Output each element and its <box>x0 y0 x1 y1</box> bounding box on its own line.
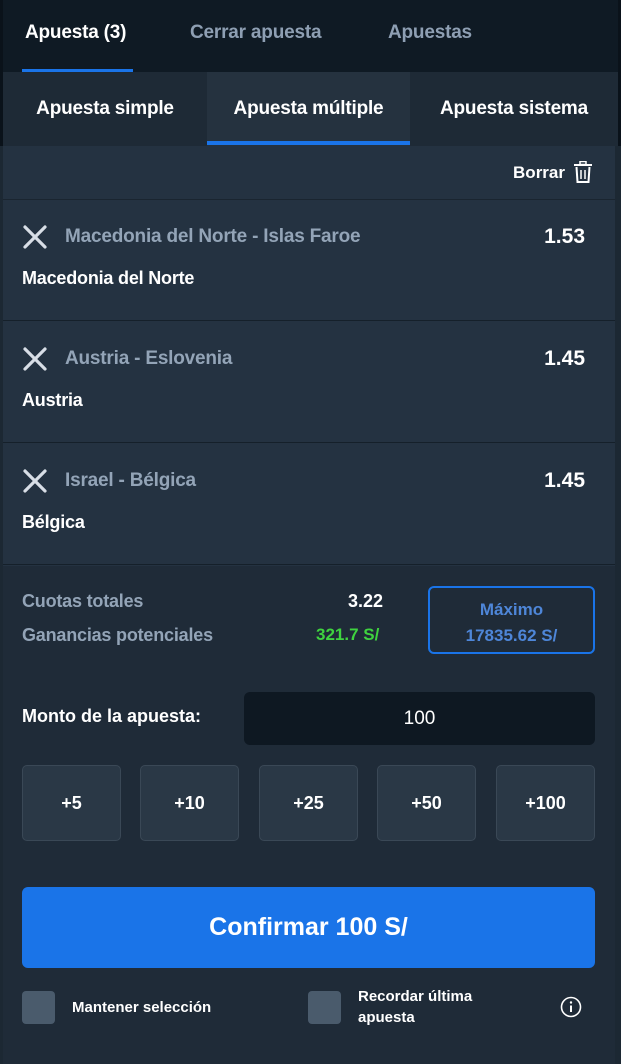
quick-amount-button[interactable]: +5 <box>22 765 121 841</box>
bet-type-tab-bar: Apuesta simple Apuesta múltiple Apuesta … <box>0 72 621 146</box>
tab-my-bets[interactable]: Apuestas <box>388 22 472 44</box>
potential-winnings-value: 321.7 S/ <box>316 625 380 644</box>
quick-amount-button[interactable]: +10 <box>140 765 239 841</box>
tab-multiple-bet[interactable]: Apuesta múltiple <box>207 72 410 146</box>
close-icon[interactable] <box>22 346 48 372</box>
quick-amount-button[interactable]: +25 <box>259 765 358 841</box>
stake-input[interactable] <box>244 692 595 745</box>
tab-system-bet[interactable]: Apuesta sistema <box>410 72 618 146</box>
close-icon[interactable] <box>22 224 48 250</box>
selection-item: Austria - Eslovenia 1.45 Austria <box>3 322 615 443</box>
keep-selection-checkbox[interactable] <box>22 991 55 1024</box>
potential-winnings-label: Ganancias potenciales <box>22 625 213 645</box>
event-name: Israel - Bélgica <box>65 470 196 491</box>
selection-odds: 1.45 <box>544 469 585 492</box>
selection-item: Israel - Bélgica 1.45 Bélgica <box>3 444 615 565</box>
max-stake-button[interactable]: Máximo 17835.62 S/ <box>428 586 595 654</box>
tab-single-bet[interactable]: Apuesta simple <box>3 72 207 146</box>
clear-button[interactable]: Borrar <box>513 163 565 183</box>
max-value: 17835.62 S/ <box>465 626 558 645</box>
active-subtab-indicator <box>207 141 410 145</box>
event-name: Macedonia del Norte - Islas Faroe <box>65 226 361 247</box>
selection-pick: Macedonia del Norte <box>22 268 195 288</box>
max-label: Máximo <box>479 600 544 619</box>
quick-amount-button[interactable]: +50 <box>377 765 476 841</box>
event-name: Austria - Eslovenia <box>65 348 233 369</box>
info-icon[interactable] <box>560 996 582 1018</box>
stake-label: Monto de la apuesta: <box>22 706 202 726</box>
selection-pick: Bélgica <box>22 512 85 532</box>
keep-selection-label: Mantener selección <box>72 999 212 1016</box>
clear-row: Borrar <box>3 146 615 200</box>
remember-stake-label: Recordar última apuesta <box>358 988 473 1026</box>
selection-odds: 1.45 <box>544 347 585 370</box>
selection-odds: 1.53 <box>544 225 585 248</box>
selection-pick: Austria <box>22 390 83 410</box>
total-odds-value: 3.22 <box>348 591 384 611</box>
remember-stake-checkbox[interactable] <box>308 991 341 1024</box>
selection-item: Macedonia del Norte - Islas Faroe 1.53 M… <box>3 200 615 321</box>
total-odds-label: Cuotas totales <box>22 591 144 611</box>
top-tab-bar: Apuesta (3) Cerrar apuesta Apuestas <box>0 0 621 72</box>
quick-amount-button[interactable]: +100 <box>496 765 595 841</box>
close-icon[interactable] <box>22 468 48 494</box>
trash-icon[interactable] <box>573 161 593 183</box>
tab-cashout[interactable]: Cerrar apuesta <box>190 22 322 44</box>
tab-betslip[interactable]: Apuesta (3) <box>25 22 126 44</box>
confirm-bet-button[interactable]: Confirmar 100 S/ <box>22 887 595 968</box>
